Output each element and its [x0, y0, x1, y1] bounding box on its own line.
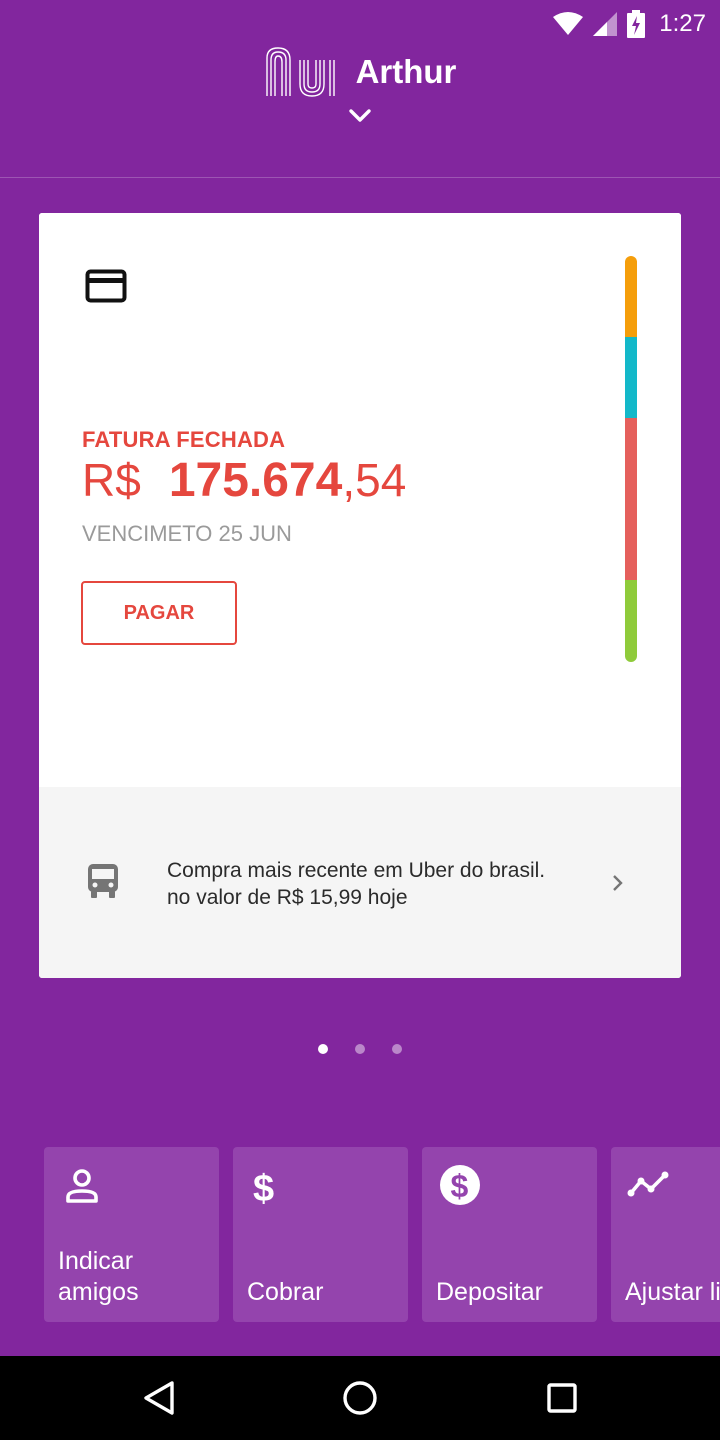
svg-text:$: $ — [253, 1168, 274, 1209]
limit-segment-open — [625, 256, 637, 337]
card-pager — [0, 1044, 720, 1056]
dollar-icon: $ — [253, 1168, 274, 1209]
bill-summary[interactable]: FATURA FECHADA R$ 175.674 ,54 VENCIMETO … — [39, 213, 681, 787]
chevron-down-icon[interactable] — [346, 106, 374, 126]
trend-icon — [627, 1171, 669, 1197]
dollar-circle-icon: $ — [440, 1165, 480, 1205]
header-divider — [0, 177, 720, 178]
pager-dot[interactable] — [318, 1044, 328, 1054]
limit-segment-available — [625, 580, 637, 662]
back-icon[interactable] — [142, 1380, 176, 1416]
limit-segment-current — [625, 337, 637, 418]
limit-segment-closed — [625, 418, 637, 580]
credit-card-icon — [85, 269, 127, 303]
shortcut-ajustar-limite[interactable]: Ajustar limite — [611, 1147, 720, 1322]
user-name: Arthur — [355, 53, 457, 90]
person-icon — [66, 1169, 98, 1203]
wifi-icon — [553, 12, 584, 35]
shortcut-label: Cobrar — [247, 1278, 324, 1306]
amount-integer: 175.674 — [168, 454, 343, 507]
account-header[interactable]: Arthur — [0, 40, 720, 140]
shortcut-label: Ajustar limite — [625, 1278, 720, 1306]
shortcuts-row[interactable]: Indicar amigos $ Cobrar $ Depositar Ajus… — [44, 1147, 720, 1322]
bus-icon — [88, 864, 118, 898]
shortcut-cobrar[interactable]: $ Cobrar — [233, 1147, 408, 1322]
pay-button[interactable]: PAGAR — [81, 581, 237, 645]
credit-card-bill-card[interactable]: FATURA FECHADA R$ 175.674 ,54 VENCIMETO … — [39, 213, 681, 978]
amount-currency: R$ — [82, 454, 141, 506]
limit-bar — [625, 256, 637, 662]
amount-cents: ,54 — [342, 454, 407, 506]
shortcut-indicar-amigos[interactable]: Indicar amigos — [44, 1147, 219, 1322]
home-icon[interactable] — [342, 1380, 378, 1416]
status-time: 1:27 — [659, 10, 706, 37]
battery-charging-icon — [627, 10, 646, 38]
bill-status-label: FATURA FECHADA — [82, 427, 286, 452]
recents-icon[interactable] — [546, 1382, 578, 1414]
chevron-right-icon[interactable] — [611, 873, 625, 893]
shortcut-label: Depositar — [436, 1278, 543, 1306]
recent-purchase-text: Compra mais recente em Uber do brasil. n… — [167, 859, 546, 909]
shortcut-depositar[interactable]: $ Depositar — [422, 1147, 597, 1322]
system-nav-bar — [0, 1356, 720, 1440]
signal-icon — [593, 12, 618, 36]
due-date-label: VENCIMETO 25 JUN — [82, 521, 292, 546]
bill-amount: R$ 175.674 ,54 — [82, 453, 406, 508]
shortcut-label: Indicar amigos — [58, 1247, 139, 1306]
pager-dot[interactable] — [355, 1044, 365, 1054]
nubank-logo — [265, 47, 335, 97]
svg-text:$: $ — [451, 1168, 469, 1204]
recent-purchase-row[interactable]: Compra mais recente em Uber do brasil. n… — [39, 787, 681, 978]
pager-dot[interactable] — [392, 1044, 402, 1054]
